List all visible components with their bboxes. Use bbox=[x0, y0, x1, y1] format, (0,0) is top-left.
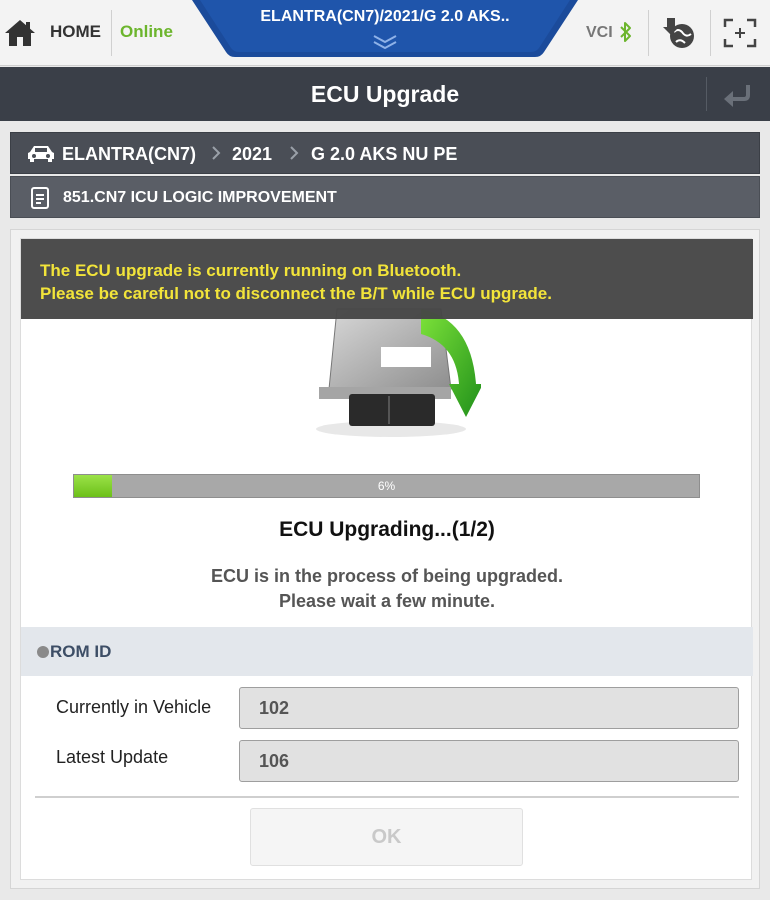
document-icon bbox=[31, 187, 49, 209]
upgrade-status-title: ECU Upgrading...(1/2) bbox=[279, 518, 495, 541]
current-rom-value: 102 bbox=[259, 698, 290, 718]
status-message-line-1: ECU is in the process of being upgraded. bbox=[210, 566, 564, 586]
bullet-icon bbox=[37, 646, 49, 658]
page-title: ECU Upgrade bbox=[310, 81, 460, 107]
progress-percent: 6% bbox=[377, 479, 396, 493]
upgrade-content: The ECU upgrade is currently running on … bbox=[20, 238, 753, 880]
divider bbox=[35, 796, 739, 798]
divider bbox=[111, 10, 112, 56]
divider bbox=[710, 10, 711, 56]
breadcrumb-engine: G 2.0 AKS NU PE bbox=[311, 144, 458, 164]
vci-label: VCI bbox=[586, 24, 613, 41]
chevron-right-icon bbox=[212, 146, 221, 160]
warning-line-1: The ECU upgrade is currently running on … bbox=[40, 261, 462, 280]
status-message-line-2: Please wait a few minute. bbox=[278, 591, 496, 611]
car-icon bbox=[28, 146, 54, 162]
home-label: HOME bbox=[50, 22, 101, 41]
upgrade-panel: The ECU upgrade is currently running on … bbox=[10, 229, 760, 889]
divider bbox=[648, 10, 649, 56]
ok-button[interactable]: OK bbox=[250, 808, 523, 866]
vehicle-title: ELANTRA(CN7)/2021/G 2.0 AKS.. bbox=[260, 8, 510, 25]
connection-status: Online bbox=[120, 22, 173, 41]
divider bbox=[706, 77, 707, 111]
latest-rom-label: Latest Update bbox=[56, 747, 169, 767]
home-icon bbox=[5, 20, 35, 46]
back-icon[interactable] bbox=[722, 81, 754, 107]
top-bar: HOME Online ELANTRA(CN7)/2021/G 2.0 AKS.… bbox=[0, 0, 770, 66]
home-button[interactable]: HOME bbox=[0, 0, 110, 66]
screen-capture-icon[interactable] bbox=[723, 18, 757, 48]
warning-line-2: Please be careful not to disconnect the … bbox=[40, 284, 552, 303]
breadcrumb-model: ELANTRA(CN7) bbox=[62, 144, 196, 164]
breadcrumb: ELANTRA(CN7) 2021 G 2.0 AKS NU PE bbox=[10, 132, 760, 174]
download-globe-icon[interactable] bbox=[663, 16, 697, 50]
upgrade-progress-bar: 6% bbox=[73, 474, 700, 498]
breadcrumb-year: 2021 bbox=[232, 144, 273, 164]
title-bar: ECU Upgrade bbox=[0, 67, 770, 121]
current-rom-field: 102 bbox=[239, 687, 739, 729]
ok-button-label: OK bbox=[371, 826, 402, 848]
upgrade-status-message: ECU is in the process of being upgraded.… bbox=[21, 564, 753, 614]
latest-rom-field: 106 bbox=[239, 740, 739, 782]
logic-item-label: 851.CN7 ICU LOGIC IMPROVEMENT bbox=[63, 189, 337, 206]
chevron-down-icon bbox=[373, 35, 397, 50]
current-rom-label: Currently in Vehicle bbox=[56, 697, 212, 717]
bluetooth-icon bbox=[620, 22, 631, 42]
latest-rom-value: 106 bbox=[259, 751, 290, 771]
chevron-right-icon bbox=[290, 146, 299, 160]
bluetooth-warning-banner: The ECU upgrade is currently running on … bbox=[21, 239, 753, 319]
vehicle-selector-tab[interactable]: ELANTRA(CN7)/2021/G 2.0 AKS.. bbox=[192, 0, 578, 58]
logic-item-bar: 851.CN7 ICU LOGIC IMPROVEMENT bbox=[10, 176, 760, 218]
rom-id-header: ROM ID bbox=[21, 627, 753, 676]
rom-id-label: ROM ID bbox=[50, 642, 112, 661]
